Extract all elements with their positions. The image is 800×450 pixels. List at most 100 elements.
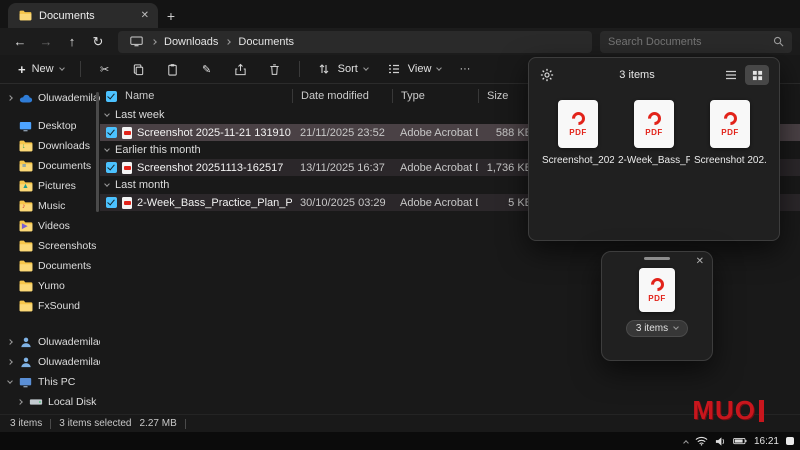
drag-shelf[interactable]: ✕ PDF 3 items bbox=[601, 251, 713, 361]
chevron-down-icon[interactable] bbox=[7, 378, 13, 384]
column-header-type[interactable]: Type bbox=[392, 89, 478, 103]
cut-button[interactable]: ✂ bbox=[89, 57, 121, 81]
checkbox-checked-icon[interactable] bbox=[106, 127, 117, 138]
notification-center-icon[interactable] bbox=[786, 437, 794, 445]
flyout-item[interactable]: PDF Screenshot_202... bbox=[543, 100, 613, 166]
chevron-right-icon[interactable] bbox=[7, 339, 13, 345]
sidebar-item-this-pc[interactable]: This PC bbox=[0, 372, 100, 392]
sidebar-item-documents-folder[interactable]: Documents bbox=[0, 256, 100, 276]
chevron-down-icon bbox=[437, 65, 443, 71]
search-icon[interactable] bbox=[773, 36, 784, 47]
gear-icon[interactable] bbox=[539, 67, 555, 83]
file-date: 13/11/2025 16:37 bbox=[292, 162, 392, 174]
column-header-name[interactable]: Name bbox=[100, 89, 292, 103]
search-box[interactable] bbox=[600, 31, 792, 53]
search-input[interactable] bbox=[608, 36, 767, 48]
hidden-icons-chevron[interactable] bbox=[684, 438, 688, 445]
sidebar-item-label: Documents bbox=[38, 260, 91, 272]
sidebar-item-fxsound[interactable]: FxSound bbox=[0, 296, 100, 316]
battery-icon[interactable] bbox=[733, 437, 747, 445]
shelf-item-count-button[interactable]: 3 items bbox=[626, 320, 688, 337]
chevron-right-icon[interactable] bbox=[226, 39, 232, 45]
sidebar-item-desktop[interactable]: Desktop bbox=[0, 116, 100, 136]
user-icon bbox=[18, 355, 33, 369]
back-button[interactable]: ← bbox=[8, 31, 32, 53]
list-view-toggle[interactable] bbox=[719, 65, 743, 85]
breadcrumb-item-documents[interactable]: Documents bbox=[238, 36, 294, 48]
pictures-folder-icon: ▲ bbox=[18, 179, 33, 193]
up-button[interactable]: ↑ bbox=[60, 31, 84, 53]
chevron-right-icon[interactable] bbox=[7, 359, 13, 365]
refresh-button[interactable]: ↻ bbox=[86, 31, 110, 53]
sidebar-item-documents[interactable]: ≡ Documents bbox=[0, 156, 100, 176]
status-bar: 3 items 3 items selected 2.27 MB bbox=[0, 414, 800, 432]
pdf-label: PDF bbox=[648, 294, 666, 303]
sidebar-item-screenshots[interactable]: Screenshots bbox=[0, 236, 100, 256]
chevron-right-icon[interactable] bbox=[7, 95, 13, 101]
sidebar-item-label: Documents bbox=[38, 160, 91, 172]
tab-title: Documents bbox=[39, 10, 95, 22]
sort-button[interactable]: Sort bbox=[308, 57, 376, 81]
breadcrumb-item-downloads[interactable]: Downloads bbox=[164, 36, 218, 48]
column-header-date-modified[interactable]: Date modified bbox=[292, 89, 392, 103]
select-all-checkbox[interactable] bbox=[106, 91, 117, 102]
checkbox-checked-icon[interactable] bbox=[106, 162, 117, 173]
new-tab-button[interactable]: + bbox=[158, 4, 184, 28]
copy-button[interactable] bbox=[123, 57, 155, 81]
sort-icon bbox=[316, 61, 332, 77]
speaker-icon[interactable] bbox=[715, 436, 726, 447]
sidebar-item-label: Oluwademilade bbox=[38, 92, 100, 104]
share-button[interactable] bbox=[225, 57, 257, 81]
sidebar-item-videos[interactable]: ▶ Videos bbox=[0, 216, 100, 236]
close-icon[interactable]: ✕ bbox=[696, 256, 704, 267]
sidebar-item-yumo[interactable]: Yumo bbox=[0, 276, 100, 296]
videos-folder-icon: ▶ bbox=[18, 219, 33, 233]
checkbox-checked-icon[interactable] bbox=[106, 197, 117, 208]
flyout-item[interactable]: PDF 2-Week_Bass_P... bbox=[619, 100, 689, 166]
wifi-icon[interactable] bbox=[695, 436, 708, 446]
chevron-down-icon[interactable] bbox=[104, 146, 110, 152]
drive-icon bbox=[28, 395, 43, 409]
acrobat-swirl-icon bbox=[721, 109, 739, 127]
sidebar-item-user-onedrive-2[interactable]: Oluwademilade' bbox=[0, 352, 100, 372]
paste-button[interactable] bbox=[157, 57, 189, 81]
sidebar-item-label: Desktop bbox=[38, 120, 77, 132]
sidebar-item-onedrive[interactable]: Oluwademilade bbox=[0, 88, 100, 108]
acrobat-swirl-icon bbox=[645, 109, 663, 127]
close-tab-icon[interactable]: ✕ bbox=[141, 10, 149, 21]
sidebar-item-music[interactable]: ♪ Music bbox=[0, 196, 100, 216]
sidebar-item-local-disk-c[interactable]: Local Disk (C:) bbox=[0, 392, 100, 412]
grid-view-toggle[interactable] bbox=[745, 65, 769, 85]
sidebar-item-user-onedrive-1[interactable]: Oluwademilade' bbox=[0, 332, 100, 352]
pdf-label: PDF bbox=[645, 128, 663, 137]
muo-watermark-text: MUO bbox=[692, 395, 756, 426]
this-pc-icon[interactable] bbox=[128, 34, 144, 50]
pdf-file-icon bbox=[122, 197, 132, 209]
flyout-item[interactable]: PDF Screenshot 202... bbox=[695, 100, 765, 166]
pdf-label: PDF bbox=[721, 128, 739, 137]
navigation-bar: ← → ↑ ↻ Downloads Documents bbox=[0, 28, 800, 55]
tab-documents[interactable]: Documents ✕ bbox=[8, 3, 158, 28]
taskbar-clock[interactable]: 16:21 bbox=[754, 436, 779, 447]
status-item-count: 3 items bbox=[10, 418, 42, 429]
chevron-down-icon[interactable] bbox=[104, 111, 110, 117]
status-selected-count: 3 items selected bbox=[59, 418, 131, 429]
chevron-down-icon[interactable] bbox=[104, 181, 110, 187]
sidebar-scrollbar[interactable] bbox=[96, 92, 99, 212]
toolbar-divider bbox=[299, 61, 300, 77]
folder-icon bbox=[18, 299, 33, 313]
acrobat-swirl-icon bbox=[569, 109, 587, 127]
delete-button[interactable] bbox=[259, 57, 291, 81]
chevron-right-icon[interactable] bbox=[17, 399, 23, 405]
breadcrumb[interactable]: Downloads Documents bbox=[118, 31, 592, 53]
chevron-right-icon[interactable] bbox=[151, 39, 157, 45]
view-button[interactable]: View bbox=[378, 57, 450, 81]
rename-button[interactable]: ✎ bbox=[191, 57, 223, 81]
new-button[interactable]: + New bbox=[10, 57, 72, 81]
sidebar-item-downloads[interactable]: ↓ Downloads bbox=[0, 136, 100, 156]
drag-handle[interactable] bbox=[644, 257, 670, 260]
forward-button[interactable]: → bbox=[34, 31, 58, 53]
more-options-button[interactable]: ··· bbox=[451, 57, 478, 81]
sidebar-item-pictures[interactable]: ▲ Pictures bbox=[0, 176, 100, 196]
ellipsis-icon: ··· bbox=[459, 63, 470, 75]
